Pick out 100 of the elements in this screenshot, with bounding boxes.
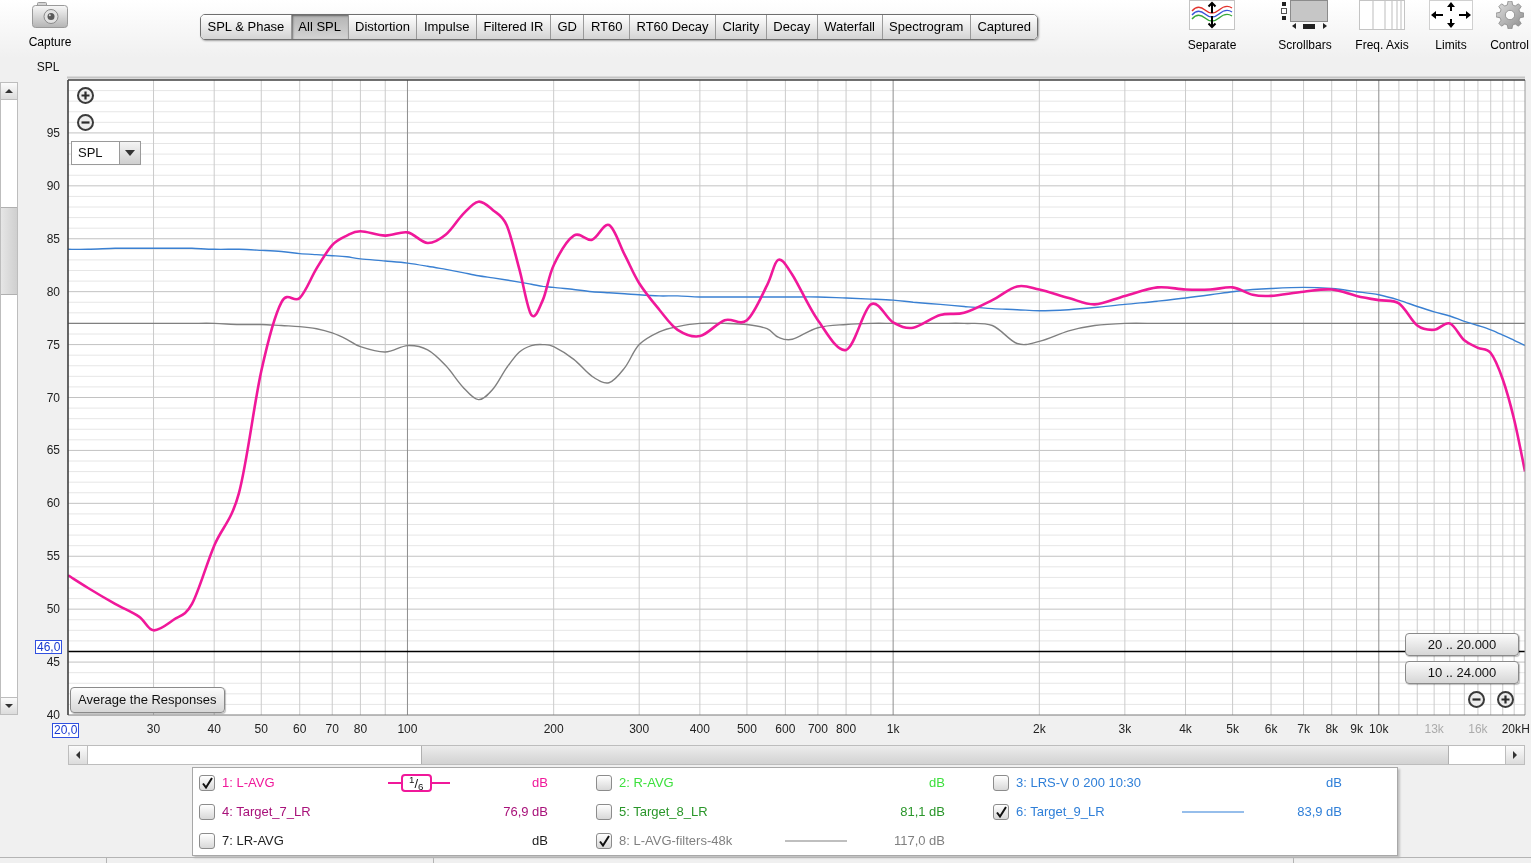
x-tick-label: 300 [629, 722, 650, 736]
tab[interactable]: Clarity [716, 15, 767, 39]
x-tick-label: 70 [325, 722, 339, 736]
checkbox[interactable] [199, 803, 215, 820]
y-tick-label: 55 [46, 549, 60, 564]
checkmark-icon [201, 776, 213, 789]
checkbox[interactable] [993, 774, 1009, 791]
scrollbars-button[interactable]: Scrollbars [1272, 0, 1338, 52]
wave-lines-icon [1189, 0, 1235, 30]
right-arrow-icon [1513, 751, 1517, 759]
capture-button[interactable]: Capture [25, 2, 75, 49]
y-tick-label: 40 [46, 708, 60, 722]
x-tick-label: 200 [543, 722, 564, 736]
tab[interactable]: GD [550, 15, 585, 39]
legend-label: 3: LRS-V 0 200 10:30 [1016, 774, 1142, 791]
range-button[interactable]: 20 .. 20.000 [1405, 633, 1519, 656]
x-tick-label: 60 [293, 722, 307, 736]
down-arrow-icon [5, 704, 13, 708]
legend-value: 83,9 dB [1297, 803, 1342, 820]
x-tick-label: 600 [775, 722, 796, 736]
separate-button[interactable]: Separate [1180, 0, 1244, 52]
grid-lines-icon [1359, 0, 1405, 30]
scroll-up-button[interactable] [1, 83, 17, 100]
axis-title: SPL [36, 60, 60, 74]
legend-label: 5: Target_8_LR [619, 803, 708, 820]
x-tick-label: 10k [1369, 722, 1389, 736]
vertical-scrollbar[interactable] [0, 82, 18, 715]
tab[interactable]: SPL & Phase [201, 15, 292, 39]
legend-value: 76,9 dB [503, 803, 548, 820]
x-tick-label: 16k [1468, 722, 1488, 736]
limits-button[interactable]: Limits [1428, 0, 1474, 52]
scrollbars-icon [1281, 0, 1329, 30]
controls-button[interactable]: Control [1488, 0, 1531, 52]
average-button[interactable]: Average the Responses [70, 687, 225, 713]
scrollbar-thumb[interactable] [1, 207, 17, 295]
scroll-down-button[interactable] [1, 697, 17, 714]
freq-axis-button[interactable]: Freq. Axis [1350, 0, 1414, 52]
checkbox[interactable] [199, 774, 215, 791]
range-button[interactable]: 10 .. 24.000 [1405, 661, 1519, 684]
tab[interactable]: Captured [970, 15, 1038, 39]
caret-icon [125, 150, 135, 156]
checkbox[interactable] [596, 832, 612, 849]
legend-label: 1: L-AVG [222, 774, 275, 791]
legend-value: dB [532, 832, 548, 849]
tab[interactable]: RT60 Decay [630, 15, 716, 39]
x-tick-label: 800 [836, 722, 857, 736]
checkmark-icon [598, 834, 610, 847]
x-tick-label: 40 [207, 722, 221, 736]
cursor-x-readout: 20,0 [52, 723, 80, 738]
horizontal-scrollbar[interactable] [68, 745, 1525, 765]
checkbox[interactable] [993, 803, 1009, 820]
tab[interactable]: Filtered IR [476, 15, 551, 39]
legend-label: 6: Target_9_LR [1016, 803, 1105, 820]
scrollbar-thumb[interactable] [421, 746, 1449, 764]
checkbox[interactable] [199, 832, 215, 849]
checkmark-icon [995, 805, 1007, 818]
tab[interactable]: Impulse [417, 15, 477, 39]
y-tick-label: 80 [46, 284, 60, 299]
legend-label: 8: L-AVG-filters-48k [619, 832, 733, 849]
tab[interactable]: Spectrogram [882, 15, 971, 39]
settings-icon [1495, 1, 1524, 29]
y-tick-label: 90 [46, 178, 60, 193]
y-tick-label: 95 [46, 125, 60, 140]
x-tick-label: 20k [1501, 722, 1521, 736]
x-tick-label: 6k [1264, 722, 1278, 736]
x-tick-label: 3k [1118, 722, 1132, 736]
x-tick-label: 13k [1424, 722, 1444, 736]
up-arrow-icon [5, 89, 13, 93]
x-tick-label: 7k [1297, 722, 1310, 736]
x-tick-label: 2k [1033, 722, 1046, 736]
tab[interactable]: Waterfall [817, 15, 883, 39]
scroll-right-button[interactable] [1505, 746, 1524, 764]
legend-label: 2: R-AVG [619, 774, 674, 791]
checkbox[interactable] [596, 803, 612, 820]
x-tick-label: 1k [886, 722, 900, 736]
y-tick-label: 45 [46, 655, 60, 670]
axis-unit-label: H [1521, 722, 1530, 736]
legend-value: dB [929, 774, 945, 791]
line-swatch-icon [1182, 810, 1244, 813]
x-tick-label: 5k [1226, 722, 1239, 736]
legend-value: dB [532, 774, 548, 791]
x-tick-label: 50 [254, 722, 268, 736]
tab[interactable]: Distortion [348, 15, 418, 39]
y-tick-label: 60 [46, 496, 60, 511]
checkbox[interactable] [596, 774, 612, 791]
line-swatch-icon [785, 839, 847, 842]
x-tick-label: 30 [146, 722, 161, 736]
tab[interactable]: All SPL [291, 15, 349, 39]
x-tick-label: 9k [1350, 722, 1363, 736]
tab[interactable]: Decay [766, 15, 818, 39]
cursor-y-readout: 46,0 [35, 640, 63, 654]
legend-value: dB [1326, 774, 1342, 791]
y-tick-label: 50 [46, 602, 60, 617]
measure-dropdown[interactable]: SPL [71, 141, 141, 165]
left-arrow-icon [76, 751, 80, 759]
scroll-left-button[interactable] [69, 746, 88, 764]
legend-label: 7: LR-AVG [222, 832, 284, 849]
legend-value: 117,0 dB [893, 832, 945, 849]
x-tick-label: 700 [807, 722, 828, 736]
tab[interactable]: RT60 [584, 15, 630, 39]
